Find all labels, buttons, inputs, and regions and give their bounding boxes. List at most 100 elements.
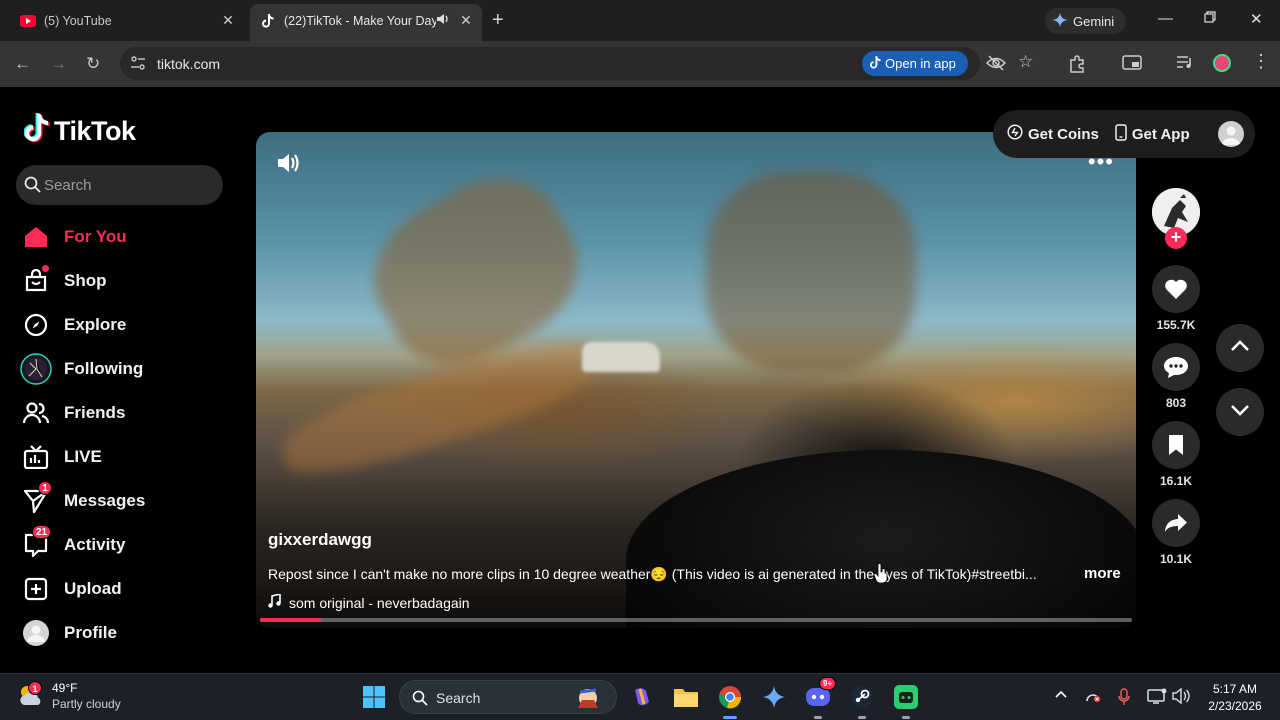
friends-icon <box>20 397 52 429</box>
volume-icon[interactable] <box>276 152 300 179</box>
running-indicator <box>814 716 822 719</box>
share-icon[interactable] <box>1152 499 1200 547</box>
previous-video-button[interactable] <box>1216 324 1264 372</box>
volume-icon[interactable] <box>1172 687 1190 709</box>
close-tab-icon[interactable]: ✕ <box>218 12 238 29</box>
tiktok-icon <box>260 13 276 29</box>
search-input[interactable] <box>44 165 214 205</box>
media-control-icon[interactable] <box>1176 54 1194 75</box>
forward-icon[interactable]: → <box>50 54 67 74</box>
heart-icon[interactable] <box>1152 265 1200 313</box>
system-clock[interactable]: 5:17 AM 2/23/2026 <box>1200 681 1270 715</box>
video-car <box>582 342 660 372</box>
youtube-icon <box>20 13 36 29</box>
open-in-app-label: Open in app <box>885 56 956 71</box>
save-action[interactable]: 16.1K <box>1152 421 1200 488</box>
comment-icon[interactable] <box>1152 343 1200 391</box>
sidebar-item-activity[interactable]: 21 Activity <box>20 525 230 563</box>
address-bar[interactable]: tiktok.com Open in app ☆ <box>120 47 1033 80</box>
tiktok-logo[interactable]: TikTok <box>23 113 136 150</box>
weather-widget[interactable]: 1 49°F Partly cloudy <box>18 680 121 712</box>
gemini-app-icon[interactable] <box>760 683 788 711</box>
tray-overflow-chevron-icon[interactable] <box>1054 688 1068 702</box>
clock-time: 5:17 AM <box>1212 682 1258 696</box>
account-avatar[interactable] <box>1217 121 1244 147</box>
home-icon <box>20 221 52 253</box>
restore-icon[interactable] <box>1204 10 1216 27</box>
sidebar-item-label: Friends <box>64 403 126 422</box>
cast-icon[interactable] <box>1122 54 1142 77</box>
bookmark-icon[interactable] <box>1152 421 1200 469</box>
site-settings-icon[interactable] <box>130 55 146 76</box>
microphone-icon[interactable] <box>1118 688 1130 711</box>
sidebar-item-shop[interactable]: Shop <box>20 263 230 299</box>
close-tab-icon[interactable]: ✕ <box>456 12 476 29</box>
open-in-app-button[interactable]: Open in app <box>862 51 968 76</box>
gemini-button[interactable]: Gemini <box>1045 8 1127 34</box>
upload-icon <box>20 573 52 605</box>
new-tab-button[interactable]: + <box>492 9 504 32</box>
comment-action[interactable]: 803 <box>1152 343 1200 410</box>
clock-date: 2/23/2026 <box>1208 699 1262 713</box>
like-action[interactable]: 155.7K <box>1152 265 1200 332</box>
sidebar-item-profile[interactable]: Profile <box>20 615 230 651</box>
caption-more-button[interactable]: more <box>1084 565 1121 582</box>
url-text[interactable]: tiktok.com <box>157 56 220 72</box>
taskbar-search[interactable]: Search <box>399 680 617 714</box>
compass-icon <box>20 309 52 341</box>
active-indicator <box>723 716 737 719</box>
tiktok-note-icon <box>23 113 50 150</box>
profile-avatar-icon[interactable] <box>1213 54 1231 77</box>
running-indicator <box>858 716 866 719</box>
hand-cursor-icon <box>873 563 888 589</box>
sidebar-item-messages[interactable]: 1 Messages <box>20 481 230 519</box>
video-motorcycle <box>626 450 1136 628</box>
start-button[interactable] <box>360 683 388 711</box>
tab-tiktok[interactable]: (22)TikTok - Make Your Day ✕ <box>250 4 482 41</box>
network-icon[interactable] <box>1147 688 1167 709</box>
bookmark-star-icon[interactable]: ☆ <box>1018 52 1033 72</box>
back-icon[interactable]: ← <box>14 54 31 74</box>
tab-youtube[interactable]: (5) YouTube ✕ <box>10 6 244 35</box>
sidebar-item-for-you[interactable]: For You <box>20 219 230 255</box>
windows-logo-icon <box>363 686 385 708</box>
menu-kebab-icon[interactable]: ⋮ <box>1252 51 1270 72</box>
sidebar-item-label: For You <box>64 227 127 246</box>
minimize-icon[interactable]: — <box>1158 10 1173 27</box>
close-window-icon[interactable]: ✕ <box>1250 10 1263 28</box>
gemini-label: Gemini <box>1073 13 1115 29</box>
video-progress-bar[interactable] <box>260 618 1132 622</box>
search-bar[interactable] <box>16 165 223 205</box>
reload-icon[interactable]: ↻ <box>86 54 100 74</box>
weather-icon: 1 <box>18 681 44 709</box>
sidebar-item-friends[interactable]: Friends <box>20 395 230 431</box>
video-music[interactable]: som original - neverbadagain <box>268 592 470 611</box>
get-coins-button[interactable]: Get Coins <box>1007 124 1099 144</box>
sidebar-item-live[interactable]: LIVE <box>20 439 230 475</box>
next-video-button[interactable] <box>1216 388 1264 436</box>
get-app-button[interactable]: Get App <box>1115 123 1190 145</box>
game-app-icon[interactable] <box>892 683 920 719</box>
file-explorer-icon[interactable] <box>672 683 700 711</box>
more-options-icon[interactable]: ••• <box>1088 151 1114 173</box>
weather-temp: 49°F <box>52 681 78 695</box>
steam-icon[interactable] <box>848 683 876 719</box>
sidebar-item-following[interactable]: Following <box>20 351 230 387</box>
speaker-icon[interactable] <box>436 13 454 28</box>
sidebar-item-explore[interactable]: Explore <box>20 307 230 343</box>
follow-button[interactable]: + <box>1165 227 1187 249</box>
extensions-icon[interactable] <box>1068 54 1088 79</box>
tray-app-icon[interactable] <box>1084 688 1102 709</box>
video-player[interactable]: ••• gixxerdawgg Repost since I can't mak… <box>256 132 1136 628</box>
copilot-icon[interactable] <box>628 683 656 711</box>
chrome-icon[interactable] <box>716 683 744 719</box>
like-count: 155.7K <box>1156 318 1196 332</box>
video-author[interactable]: gixxerdawgg <box>268 530 372 550</box>
eye-off-icon[interactable] <box>985 54 1007 77</box>
sidebar-item-upload[interactable]: Upload <box>20 571 230 607</box>
share-action[interactable]: 10.1K <box>1152 499 1200 566</box>
gemini-sparkle-icon <box>1053 12 1067 30</box>
messages-icon: 1 <box>20 481 52 517</box>
discord-icon[interactable]: 9+ <box>804 677 837 719</box>
share-count: 10.1K <box>1159 552 1193 566</box>
